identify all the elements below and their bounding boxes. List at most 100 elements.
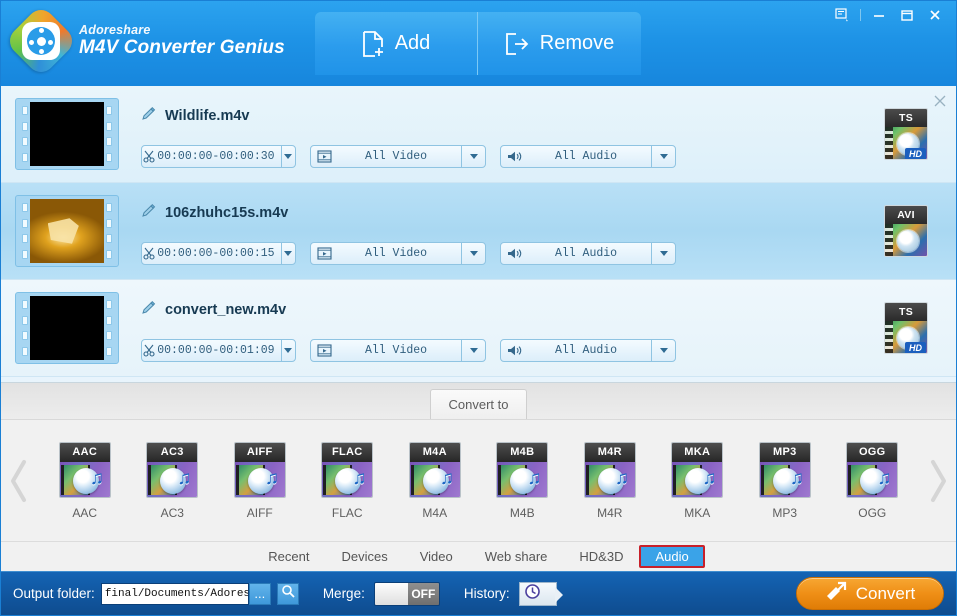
trim-dropdown[interactable]: 00:00:00-00:00:30 xyxy=(141,144,296,168)
format-icon: M4B ♫ xyxy=(496,441,549,498)
audio-track-dropdown[interactable]: All Audio xyxy=(500,338,676,362)
output-format-badge[interactable]: AVI xyxy=(884,205,928,257)
close-icon[interactable] xyxy=(923,5,947,25)
format-strip: AAC ♫ AAC AC3 ♫ AC3 AIFF ♫ AIFF FLAC ♫ F… xyxy=(1,419,956,541)
film-icon xyxy=(311,246,337,260)
trim-dropdown[interactable]: 00:00:00-00:00:15 xyxy=(141,241,296,265)
feedback-icon[interactable] xyxy=(830,5,854,25)
output-folder-input[interactable]: final/Documents/Adoreshare xyxy=(100,582,249,605)
merge-toggle[interactable]: OFF xyxy=(373,581,440,606)
format-label: M4B xyxy=(509,505,535,520)
speaker-icon xyxy=(501,344,527,357)
tab-audio[interactable]: Audio xyxy=(639,545,705,568)
trim-value: 00:00:00-00:00:30 xyxy=(157,149,275,163)
audio-track-dropdown[interactable]: All Audio xyxy=(500,241,676,265)
format-icon: AAC ♫ xyxy=(58,441,111,498)
format-icon-cap: M4R xyxy=(584,442,635,462)
audio-track-value: All Audio xyxy=(554,343,618,357)
convert-button[interactable]: Convert xyxy=(796,577,944,610)
file-name: convert_new.m4v xyxy=(165,301,287,318)
format-icon-cap: AAC xyxy=(59,442,110,462)
format-item-mp3[interactable]: MP3 ♫ MP3 xyxy=(746,441,824,520)
format-item-m4a[interactable]: M4A ♫ M4A xyxy=(396,441,474,520)
toggle-knob xyxy=(374,582,408,605)
audio-track-dropdown[interactable]: All Audio xyxy=(500,144,676,168)
convert-to-tab-bar: Convert to xyxy=(1,383,956,419)
history-button[interactable] xyxy=(518,581,563,606)
chevron-right-icon[interactable] xyxy=(920,458,956,504)
format-item-ogg[interactable]: OGG ♫ OGG xyxy=(833,441,911,520)
format-item-flac[interactable]: FLAC ♫ FLAC xyxy=(308,441,386,520)
video-track-dropdown[interactable]: All Video xyxy=(310,241,486,265)
history-label: History: xyxy=(463,586,510,601)
table-row[interactable]: Wildlife.m4v 00:00:00-00:00:30 All Video… xyxy=(1,86,956,183)
format-item-aiff[interactable]: AIFF ♫ AIFF xyxy=(221,441,299,520)
output-format-badge[interactable]: TS HD xyxy=(884,302,928,354)
brand-company: Adoreshare xyxy=(79,22,151,37)
title-bar: Adoreshare M4V Converter Genius Add Remo… xyxy=(1,1,956,86)
convert-button-label: Convert xyxy=(855,583,916,603)
format-icon: FLAC ♫ xyxy=(321,441,374,498)
thumbnail-image xyxy=(30,102,104,166)
chevron-down-icon[interactable] xyxy=(461,339,485,361)
format-icon: M4R ♫ xyxy=(583,441,636,498)
table-row[interactable]: 106zhuhc15s.m4v 00:00:00-00:00:15 All Vi… xyxy=(1,183,956,280)
tab-recent[interactable]: Recent xyxy=(252,545,325,568)
tab-devices[interactable]: Devices xyxy=(325,545,403,568)
file-list[interactable]: Wildlife.m4v 00:00:00-00:00:30 All Video… xyxy=(1,86,956,382)
rename-icon[interactable] xyxy=(141,300,156,320)
tab-video[interactable]: Video xyxy=(404,545,469,568)
video-track-dropdown[interactable]: All Video xyxy=(310,144,486,168)
chevron-down-icon[interactable] xyxy=(280,242,295,264)
chevron-down-icon[interactable] xyxy=(651,242,675,264)
scissors-icon xyxy=(142,150,157,163)
remove-file-icon xyxy=(505,32,530,56)
speaker-icon xyxy=(501,150,527,163)
bottom-bar: Output folder: final/Documents/Adoreshar… xyxy=(1,571,956,615)
hd-badge: HD xyxy=(905,342,926,353)
app-logo-icon xyxy=(4,4,78,78)
chevron-left-icon[interactable] xyxy=(1,458,37,504)
rename-icon[interactable] xyxy=(141,106,156,126)
remove-button-label: Remove xyxy=(539,32,615,54)
rename-icon[interactable] xyxy=(141,203,156,223)
format-label: OGG xyxy=(858,505,887,520)
add-button[interactable]: Add xyxy=(315,12,478,75)
maximize-icon[interactable] xyxy=(895,5,919,25)
top-toolbar: Add Remove xyxy=(315,12,641,75)
table-row[interactable]: convert_new.m4v 00:00:00-00:01:09 All Vi… xyxy=(1,280,956,377)
browse-folder-button[interactable]: ... xyxy=(248,582,271,605)
brand: Adoreshare M4V Converter Genius xyxy=(1,1,285,78)
audio-track-value: All Audio xyxy=(554,149,618,163)
close-icon[interactable] xyxy=(933,94,947,108)
format-icon: MP3 ♫ xyxy=(758,441,811,498)
tab-web-share[interactable]: Web share xyxy=(469,545,564,568)
thumbnail xyxy=(15,98,119,170)
output-format-label: AVI xyxy=(885,206,927,224)
open-folder-button[interactable] xyxy=(276,582,299,605)
tab-convert-to[interactable]: Convert to xyxy=(430,389,527,419)
chevron-down-icon[interactable] xyxy=(280,145,295,167)
chevron-down-icon[interactable] xyxy=(461,242,485,264)
chevron-down-icon[interactable] xyxy=(461,145,485,167)
minimize-icon[interactable] xyxy=(867,5,891,25)
format-item-m4r[interactable]: M4R ♫ M4R xyxy=(571,441,649,520)
chevron-down-icon[interactable] xyxy=(651,339,675,361)
format-item-mka[interactable]: MKA ♫ MKA xyxy=(658,441,736,520)
output-format-badge[interactable]: TS HD xyxy=(884,108,928,160)
format-item-aac[interactable]: AAC ♫ AAC xyxy=(46,441,124,520)
format-item-ac3[interactable]: AC3 ♫ AC3 xyxy=(133,441,211,520)
format-icon-cap: AC3 xyxy=(147,442,198,462)
add-file-icon xyxy=(362,30,385,57)
format-item-m4b[interactable]: M4B ♫ M4B xyxy=(483,441,561,520)
tab-hd-3d[interactable]: HD&3D xyxy=(563,545,639,568)
format-label: M4A xyxy=(422,505,448,520)
file-name: 106zhuhc15s.m4v xyxy=(165,204,289,221)
chevron-down-icon[interactable] xyxy=(280,339,295,361)
remove-button[interactable]: Remove xyxy=(478,12,641,75)
format-icon-cap: FLAC xyxy=(322,442,373,462)
video-track-dropdown[interactable]: All Video xyxy=(310,338,486,362)
trim-dropdown[interactable]: 00:00:00-00:01:09 xyxy=(141,338,296,362)
chevron-down-icon[interactable] xyxy=(651,145,675,167)
format-label: AAC xyxy=(72,505,98,520)
